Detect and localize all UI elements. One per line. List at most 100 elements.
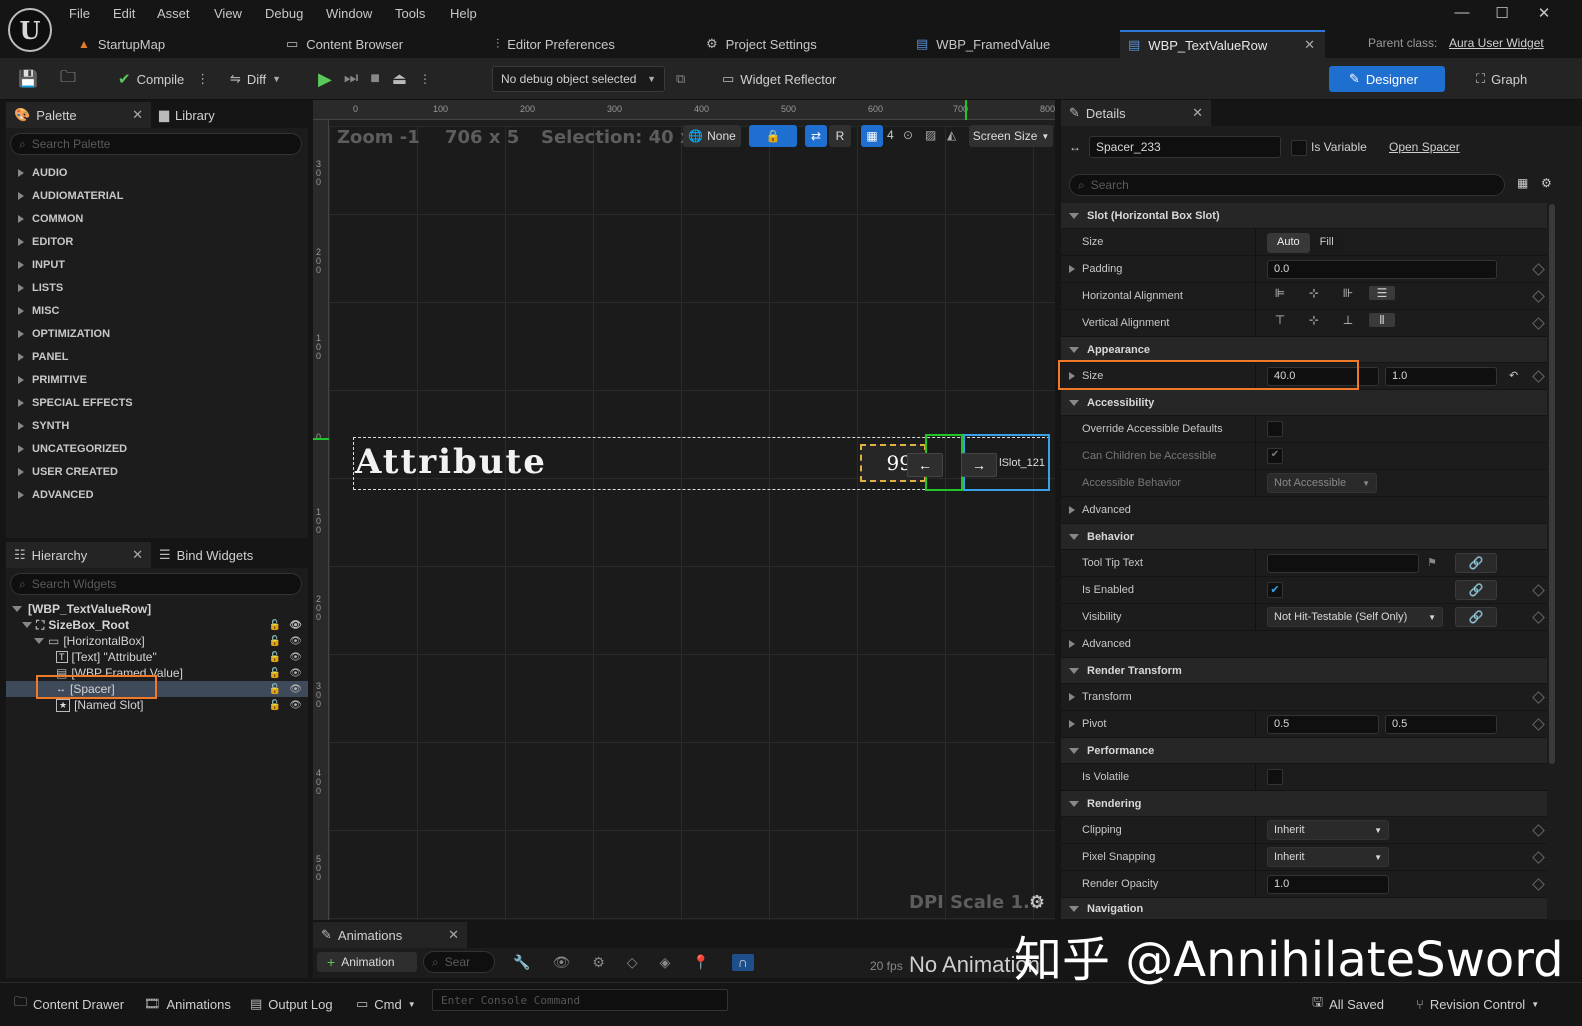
flag-icon[interactable]: ⚑ bbox=[1427, 556, 1437, 569]
render-opacity-input[interactable]: 1.0 bbox=[1267, 874, 1389, 894]
keyframe-diamond-icon[interactable] bbox=[1532, 583, 1545, 597]
settings-gear-icon[interactable]: ⚙ bbox=[1541, 176, 1552, 190]
tab-content-browser[interactable]: ▭ Content Browser bbox=[278, 30, 478, 58]
menu-view[interactable]: View bbox=[214, 6, 242, 21]
size-auto-button[interactable]: Auto bbox=[1267, 233, 1310, 253]
keyframe-diamond-icon[interactable] bbox=[1532, 690, 1545, 704]
close-icon[interactable]: ✕ bbox=[448, 927, 459, 943]
tab-project-settings[interactable]: ⚙ Project Settings bbox=[698, 30, 898, 58]
bind-button[interactable]: 🔗 bbox=[1455, 553, 1497, 573]
lock-icon[interactable]: 🔓 bbox=[269, 684, 281, 695]
eye-icon[interactable]: 👁 bbox=[289, 668, 302, 679]
grid-snap-button[interactable]: ▦ bbox=[861, 125, 883, 147]
pixel-snapping-dropdown[interactable]: Inherit ▼ bbox=[1267, 847, 1389, 867]
tree-item-named-slot[interactable]: ★ [Named Slot] 🔓 👁 bbox=[6, 697, 308, 713]
menu-edit[interactable]: Edit bbox=[113, 6, 135, 21]
palette-category[interactable]: LISTS bbox=[6, 276, 308, 299]
content-drawer-button[interactable]: 🗀 Content Drawer bbox=[14, 990, 124, 1018]
widget-name-input[interactable]: Spacer_233 bbox=[1089, 136, 1281, 158]
move-left-button[interactable]: ← bbox=[907, 453, 943, 477]
padding-input[interactable]: 0.0 bbox=[1267, 259, 1497, 279]
is-variable-checkbox[interactable] bbox=[1291, 140, 1307, 156]
all-saved-button[interactable]: 🖫 All Saved bbox=[1312, 990, 1384, 1018]
tooltip-input[interactable] bbox=[1267, 553, 1419, 573]
bind-button[interactable]: 🔗 bbox=[1455, 607, 1497, 627]
section-navigation[interactable]: Navigation bbox=[1061, 898, 1547, 920]
tab-library[interactable]: ▆ Library bbox=[151, 102, 301, 128]
eye-icon[interactable]: 👁 bbox=[289, 684, 302, 695]
menu-help[interactable]: Help bbox=[450, 6, 477, 21]
align-center-icon[interactable]: ⊹ bbox=[1301, 286, 1327, 300]
tree-item-text[interactable]: T [Text] "Attribute" 🔓 👁 bbox=[6, 649, 308, 665]
designer-mode-button[interactable]: ✎ Designer bbox=[1329, 66, 1445, 92]
palette-category[interactable]: MISC bbox=[6, 299, 308, 322]
cmd-dropdown[interactable]: ▭ Cmd ▼ bbox=[356, 990, 416, 1018]
bind-button[interactable]: 🔗 bbox=[1455, 580, 1497, 600]
palette-category[interactable]: PRIMITIVE bbox=[6, 368, 308, 391]
widget-reflector-button[interactable]: ▭ Widget Reflector bbox=[722, 66, 836, 92]
maximize-icon[interactable]: ☐ bbox=[1482, 4, 1522, 22]
tab-editor-preferences[interactable]: ⫶ Editor Preferences bbox=[488, 30, 688, 58]
minimize-icon[interactable]: — bbox=[1442, 4, 1482, 21]
browse-icon[interactable]: 🗀 bbox=[60, 66, 76, 92]
keyframe-diamond-icon[interactable] bbox=[1532, 262, 1545, 276]
parent-class-link[interactable]: Aura User Widget bbox=[1449, 36, 1544, 50]
align-left-icon[interactable]: ⊫ bbox=[1267, 286, 1293, 300]
keyframe-diamond-icon[interactable] bbox=[1532, 717, 1545, 731]
tab-details[interactable]: ✎ Details ✕ bbox=[1061, 100, 1211, 126]
align-top-icon[interactable]: ⊤ bbox=[1267, 313, 1293, 327]
expand-icon[interactable] bbox=[1069, 720, 1075, 728]
step-icon[interactable]: ⏭ bbox=[344, 70, 358, 88]
dpi-gear-icon[interactable]: ⚙ bbox=[1029, 892, 1045, 913]
palette-category[interactable]: SPECIAL EFFECTS bbox=[6, 391, 308, 414]
palette-category[interactable]: AUDIOMATERIAL bbox=[6, 184, 308, 207]
open-spacer-link[interactable]: Open Spacer bbox=[1389, 140, 1460, 154]
animation-search-input[interactable]: ⌕ Sear bbox=[423, 951, 495, 973]
key-icon[interactable]: ◈ bbox=[660, 954, 671, 971]
respect-locks-button[interactable]: R bbox=[829, 125, 851, 147]
keyframe-diamond-icon[interactable] bbox=[1532, 877, 1545, 891]
section-slot[interactable]: Slot (Horizontal Box Slot) bbox=[1061, 203, 1547, 229]
menu-debug[interactable]: Debug bbox=[265, 6, 303, 21]
cursor-icon[interactable]: ⊙ bbox=[903, 128, 913, 142]
row-transform[interactable]: Transform bbox=[1061, 684, 1547, 711]
compile-button[interactable]: ✔ Compile ⋮ bbox=[118, 66, 209, 92]
mirror-icon[interactable]: ◭ bbox=[947, 128, 956, 142]
lock-icon[interactable]: 🔓 bbox=[269, 620, 281, 631]
keyframe-diamond-icon[interactable] bbox=[1532, 850, 1545, 864]
eye-icon[interactable]: 👁 bbox=[289, 620, 302, 631]
flow-toggle-button[interactable]: ⇄ bbox=[805, 125, 827, 147]
palette-category[interactable]: UNCATEGORIZED bbox=[6, 437, 308, 460]
visibility-dropdown[interactable]: Not Hit-Testable (Self Only) ▼ bbox=[1267, 607, 1443, 627]
pivot-y-input[interactable]: 0.5 bbox=[1385, 714, 1497, 734]
tab-bind-widgets[interactable]: ☰ Bind Widgets bbox=[151, 542, 301, 568]
localization-button[interactable]: 🌐 None bbox=[683, 125, 741, 147]
lock-toggle-button[interactable]: 🔒 bbox=[749, 125, 797, 147]
tab-palette[interactable]: 🎨 Palette ✕ bbox=[6, 102, 151, 128]
close-icon[interactable]: ✕ bbox=[1304, 37, 1315, 53]
menu-window[interactable]: Window bbox=[326, 6, 372, 21]
clipping-dropdown[interactable]: Inherit ▼ bbox=[1267, 820, 1389, 840]
fps-label[interactable]: 20 fps bbox=[870, 959, 903, 973]
launch-icon[interactable]: ⏏ bbox=[392, 69, 407, 89]
wrench-icon[interactable]: 🔧 bbox=[513, 954, 530, 971]
palette-category[interactable]: OPTIMIZATION bbox=[6, 322, 308, 345]
unreal-logo-icon[interactable]: U bbox=[8, 8, 52, 52]
section-accessibility[interactable]: Accessibility bbox=[1061, 390, 1547, 416]
close-icon[interactable]: ✕ bbox=[132, 547, 143, 563]
close-window-icon[interactable]: ✕ bbox=[1524, 4, 1564, 22]
designer-viewport[interactable]: 0 100 200 300 400 500 600 700 800 3 0 0 … bbox=[313, 100, 1055, 920]
palette-category[interactable]: SYNTH bbox=[6, 414, 308, 437]
move-right-button[interactable]: → bbox=[961, 453, 997, 477]
row-advanced-behavior[interactable]: Advanced bbox=[1061, 631, 1547, 658]
tab-startupmap[interactable]: ▲ StartupMap bbox=[70, 30, 270, 58]
override-accessible-checkbox[interactable] bbox=[1267, 421, 1283, 437]
keyframe-diamond-icon[interactable] bbox=[1532, 369, 1545, 383]
row-advanced-accessibility[interactable]: Advanced bbox=[1061, 497, 1547, 524]
section-behavior[interactable]: Behavior bbox=[1061, 524, 1547, 550]
keyframe-diamond-icon[interactable] bbox=[1532, 610, 1545, 624]
palette-category[interactable]: AUDIO bbox=[6, 161, 308, 184]
keyframe-diamond-icon[interactable] bbox=[1532, 289, 1545, 303]
console-command-input[interactable]: Enter Console Command bbox=[432, 989, 728, 1011]
more-options-icon[interactable]: ⋮ bbox=[419, 72, 431, 86]
